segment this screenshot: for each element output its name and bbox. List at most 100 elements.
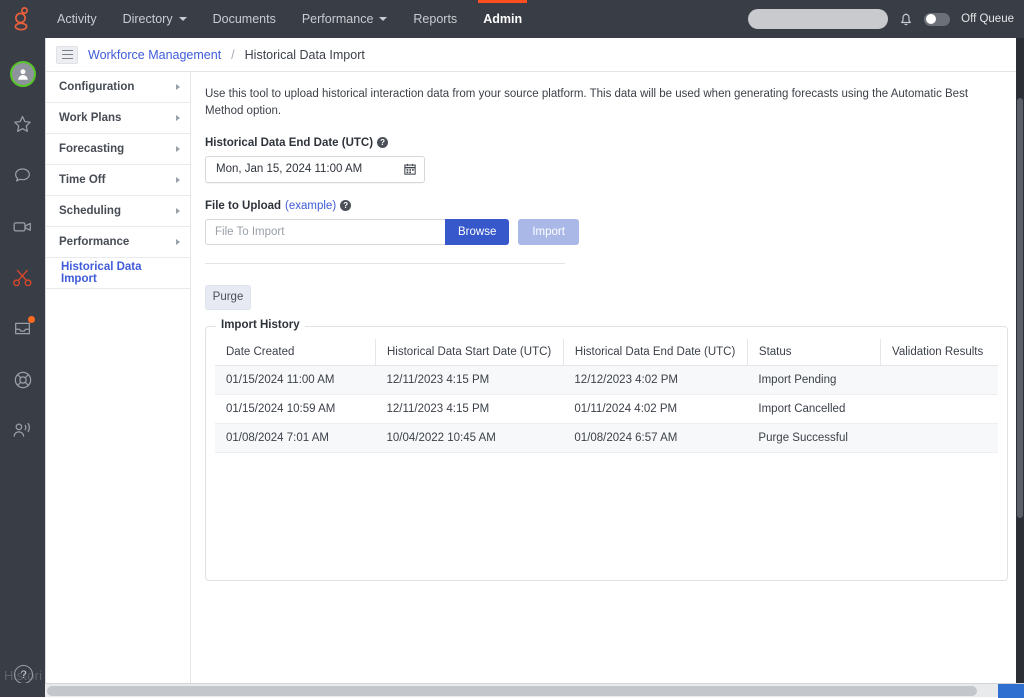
cell-validation: [881, 423, 998, 452]
breadcrumb-parent-link[interactable]: Workforce Management: [88, 48, 221, 62]
rail-item-profile[interactable]: [0, 48, 45, 99]
cell-end-date: 01/08/2024 6:57 AM: [563, 423, 747, 452]
nav-item-documents[interactable]: Documents: [200, 0, 289, 38]
menu-item-label: Historical Data Import: [61, 261, 180, 285]
import-button[interactable]: Import: [518, 219, 579, 245]
column-header-start-date[interactable]: Historical Data Start Date (UTC): [376, 339, 564, 366]
menu-item-forecasting[interactable]: Forecasting: [46, 134, 190, 165]
column-header-status[interactable]: Status: [747, 339, 880, 366]
video-camera-icon[interactable]: [12, 217, 33, 236]
cell-start-date: 10/04/2022 10:45 AM: [376, 423, 564, 452]
chevron-right-icon: [176, 146, 180, 152]
cell-start-date: 12/11/2023 4:15 PM: [376, 365, 564, 394]
vertical-scrollbar[interactable]: [1016, 38, 1024, 683]
section-divider: [205, 263, 565, 264]
lifebuoy-icon[interactable]: [13, 370, 33, 390]
menu-item-historical-data-import[interactable]: Historical Data Import: [46, 258, 190, 289]
column-header-end-date[interactable]: Historical Data End Date (UTC): [563, 339, 747, 366]
import-history-legend: Import History: [216, 319, 305, 331]
purge-button[interactable]: Purge: [205, 285, 251, 310]
rail-item-broadcast[interactable]: [0, 405, 45, 456]
file-upload-label-row: File to Upload (example) ?: [205, 200, 1000, 212]
cell-date-created: 01/08/2024 7:01 AM: [215, 423, 376, 452]
example-link[interactable]: (example): [285, 200, 336, 212]
menu-item-time-off[interactable]: Time Off: [46, 165, 190, 196]
cell-validation: [881, 394, 998, 423]
nav-item-directory[interactable]: Directory: [110, 0, 200, 38]
table-header-row: Date Created Historical Data Start Date …: [215, 339, 998, 366]
rail-item-chat[interactable]: [0, 150, 45, 201]
help-question-icon[interactable]: ?: [14, 665, 33, 684]
rail-item-interaction[interactable]: [0, 252, 45, 303]
search-box[interactable]: [748, 9, 888, 29]
menu-item-work-plans[interactable]: Work Plans: [46, 103, 190, 134]
menu-item-label: Time Off: [59, 174, 105, 186]
cell-status: Import Pending: [747, 365, 880, 394]
application-panel: Workforce Management / Historical Data I…: [45, 38, 1016, 683]
chat-bubble-icon[interactable]: [13, 166, 32, 185]
cell-status: Purge Successful: [747, 423, 880, 452]
content-split: Configuration Work Plans Forecasting Tim…: [46, 72, 1016, 683]
cell-validation: [881, 365, 998, 394]
search-input[interactable]: [728, 10, 880, 28]
scrollbar-blue-segment: [998, 684, 1024, 698]
end-date-value: Mon, Jan 15, 2024 11:00 AM: [216, 163, 404, 175]
top-bar-right-tools: Off Queue: [748, 0, 1024, 38]
menu-item-scheduling[interactable]: Scheduling: [46, 196, 190, 227]
cell-date-created: 01/15/2024 10:59 AM: [215, 394, 376, 423]
calendar-icon[interactable]: [404, 163, 416, 175]
help-icon[interactable]: ?: [340, 200, 351, 211]
file-path-placeholder: File To Import: [215, 226, 284, 238]
horizontal-scrollbar-thumb[interactable]: [47, 686, 977, 696]
menu-item-configuration[interactable]: Configuration: [46, 72, 190, 103]
main-content: Use this tool to upload historical inter…: [191, 72, 1016, 683]
menu-item-label: Performance: [59, 236, 129, 248]
cell-date-created: 01/15/2024 11:00 AM: [215, 365, 376, 394]
column-header-validation-results[interactable]: Validation Results: [881, 339, 998, 366]
nav-item-label: Performance: [302, 12, 374, 26]
toggle-knob: [926, 14, 936, 24]
genesys-logo-icon[interactable]: [0, 0, 44, 38]
menu-item-label: Work Plans: [59, 112, 121, 124]
browse-button[interactable]: Browse: [445, 219, 509, 245]
chevron-right-icon: [176, 177, 180, 183]
nav-item-performance[interactable]: Performance: [289, 0, 401, 38]
nav-item-admin[interactable]: Admin: [470, 0, 535, 38]
page-description: Use this tool to upload historical inter…: [205, 86, 1000, 121]
inbox-unread-badge: [28, 316, 35, 323]
nav-item-reports[interactable]: Reports: [400, 0, 470, 38]
left-icon-rail: Histori ?: [0, 38, 45, 697]
file-path-input[interactable]: File To Import: [205, 219, 445, 245]
nav-item-label: Admin: [483, 12, 522, 26]
nav-item-activity[interactable]: Activity: [44, 0, 110, 38]
table-row[interactable]: 01/15/2024 11:00 AM 12/11/2023 4:15 PM 1…: [215, 365, 998, 394]
off-queue-toggle[interactable]: [924, 13, 950, 26]
rail-item-favorites[interactable]: [0, 99, 45, 150]
end-date-input[interactable]: Mon, Jan 15, 2024 11:00 AM: [205, 156, 425, 183]
scissors-icon[interactable]: [12, 267, 33, 288]
horizontal-scrollbar[interactable]: [45, 683, 1024, 697]
user-avatar-icon[interactable]: [10, 61, 36, 87]
off-queue-label: Off Queue: [961, 13, 1014, 25]
person-broadcast-icon[interactable]: [12, 421, 33, 440]
top-nav-items: Activity Directory Documents Performance…: [44, 0, 535, 38]
breadcrumb-separator: /: [231, 48, 234, 62]
rail-item-support[interactable]: [0, 354, 45, 405]
scrollbar-corner: [0, 683, 45, 697]
nav-item-label: Documents: [213, 12, 276, 26]
cell-end-date: 01/11/2024 4:02 PM: [563, 394, 747, 423]
vertical-scrollbar-thumb[interactable]: [1017, 98, 1023, 518]
table-row[interactable]: 01/15/2024 10:59 AM 12/11/2023 4:15 PM 0…: [215, 394, 998, 423]
table-row[interactable]: 01/08/2024 7:01 AM 10/04/2022 10:45 AM 0…: [215, 423, 998, 452]
star-icon[interactable]: [13, 115, 32, 134]
bell-icon[interactable]: [899, 11, 913, 27]
file-upload-label: File to Upload: [205, 200, 281, 212]
top-navigation-bar: Activity Directory Documents Performance…: [0, 0, 1024, 38]
chevron-down-icon: [379, 17, 387, 21]
hamburger-icon[interactable]: [56, 46, 78, 64]
column-header-date-created[interactable]: Date Created: [215, 339, 376, 366]
rail-item-inbox[interactable]: [0, 303, 45, 354]
rail-item-video[interactable]: [0, 201, 45, 252]
menu-item-performance[interactable]: Performance: [46, 227, 190, 258]
help-icon[interactable]: ?: [377, 137, 388, 148]
